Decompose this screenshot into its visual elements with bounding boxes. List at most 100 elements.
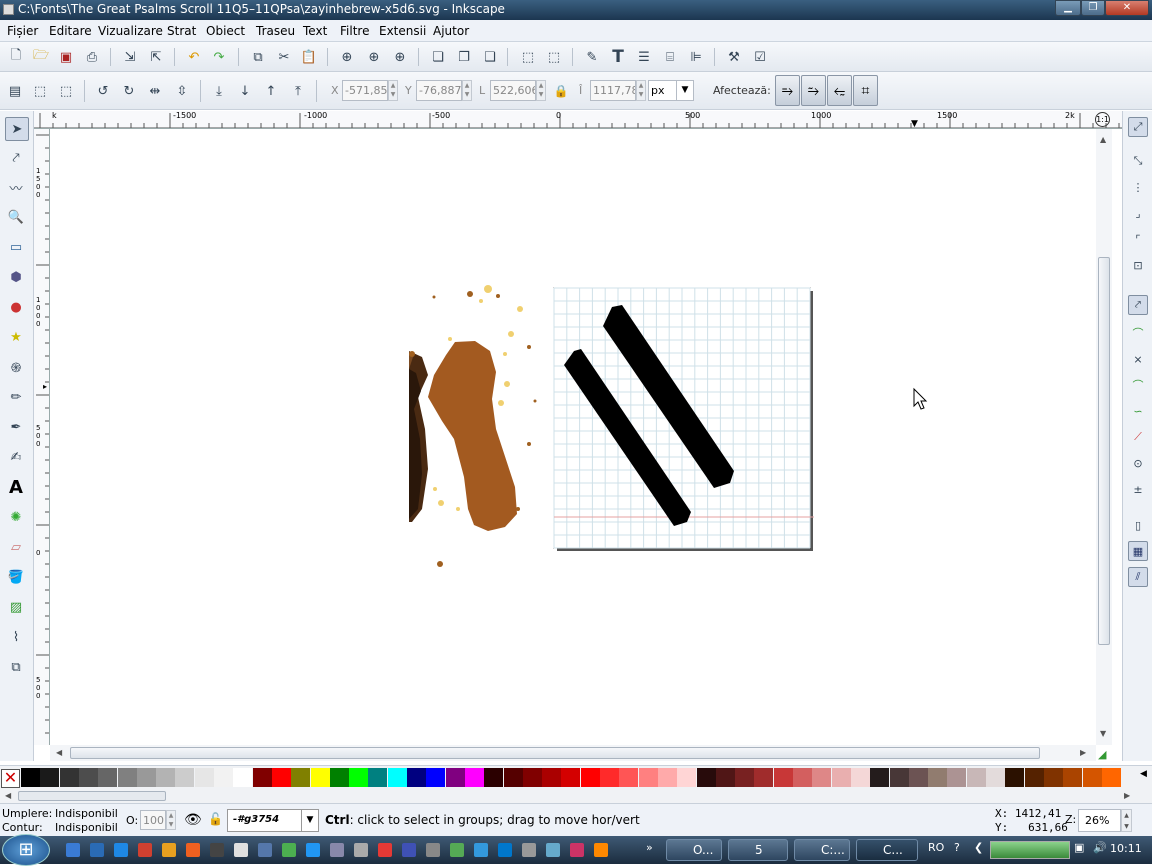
layers-icon[interactable]: ☰ — [634, 47, 654, 67]
rotate-cw-icon[interactable]: ↻ — [119, 81, 139, 101]
zoom-drawing-icon[interactable]: ⊕ — [364, 47, 384, 67]
node-tool-icon[interactable]: ⤤ — [6, 148, 26, 168]
color-swatch[interactable] — [735, 768, 755, 787]
quick-launch-icon[interactable] — [522, 843, 536, 857]
clock[interactable]: 10:11 — [1110, 842, 1142, 855]
maximize-button[interactable]: ❐ — [1081, 0, 1105, 16]
color-swatch[interactable] — [542, 768, 562, 787]
duplicate-icon[interactable]: ❏ — [428, 47, 448, 67]
quick-launch-icon[interactable] — [258, 843, 272, 857]
color-swatch[interactable] — [464, 768, 484, 787]
height-spinner[interactable]: ▲ ▼ — [636, 80, 646, 101]
color-swatch[interactable] — [696, 768, 716, 787]
zoom-field[interactable]: 26% — [1078, 809, 1121, 832]
scroll-right-icon[interactable]: ▶ — [1080, 748, 1086, 757]
quick-launch-icon[interactable] — [474, 843, 488, 857]
scale-corners-button[interactable]: ⥲ — [801, 75, 826, 106]
quick-launch-icon[interactable] — [186, 843, 200, 857]
network-icon[interactable]: ▣ — [1074, 841, 1084, 854]
move-patterns-button[interactable]: ⌗ — [853, 75, 878, 106]
color-swatch[interactable] — [98, 768, 118, 787]
color-swatch[interactable] — [349, 768, 369, 787]
help-icon[interactable]: ? — [954, 841, 960, 854]
quick-launch-icon[interactable] — [210, 843, 224, 857]
snap-bbox-edge-icon[interactable]: ⋮ — [1128, 177, 1148, 197]
scroll-left-icon[interactable]: ◀ — [56, 748, 62, 757]
quick-launch-icon[interactable] — [378, 843, 392, 857]
more-icon[interactable]: » — [646, 841, 653, 854]
no-paint-swatch[interactable]: ✕ — [1, 769, 20, 788]
color-swatch[interactable] — [850, 768, 870, 787]
color-swatch[interactable] — [21, 768, 40, 787]
color-swatch[interactable] — [793, 768, 812, 787]
taskbar-item[interactable]: C:... — [794, 839, 850, 861]
color-swatch[interactable] — [600, 768, 619, 787]
color-swatch[interactable] — [870, 768, 890, 787]
menu-path[interactable]: Traseu — [256, 24, 295, 38]
menu-file[interactable]: Fișier — [7, 24, 38, 38]
quick-launch-icon[interactable] — [282, 843, 296, 857]
flip-horizontal-icon[interactable]: ⇹ — [145, 81, 165, 101]
snap-rotation-centers-icon[interactable]: ± — [1128, 479, 1148, 499]
zoom-spinner[interactable]: ▲ ▼ — [1121, 809, 1132, 832]
pencil-tool-icon[interactable]: ✏ — [6, 387, 26, 407]
menu-layer[interactable]: Strat — [167, 24, 196, 38]
color-swatch[interactable] — [522, 768, 542, 787]
xml-editor-icon[interactable]: ⌸ — [660, 47, 680, 67]
x-field[interactable]: -571,856 — [342, 80, 388, 101]
group-icon[interactable]: ⬚ — [518, 47, 538, 67]
vertical-scrollbar[interactable]: ▲ ▼ — [1096, 129, 1112, 745]
print-icon[interactable]: ⎙ — [82, 47, 102, 67]
paint-bucket-tool-icon[interactable]: 🪣 — [6, 567, 26, 587]
zoom-1to1-icon[interactable]: 1:1 — [1095, 112, 1110, 127]
height-field[interactable]: 1117,78 — [590, 80, 636, 101]
minimize-button[interactable]: ▁ — [1055, 0, 1081, 16]
snap-object-centers-icon[interactable]: ⊙ — [1128, 453, 1148, 473]
color-swatch[interactable] — [966, 768, 986, 787]
ungroup-icon[interactable]: ⬚ — [544, 47, 564, 67]
color-swatch[interactable] — [619, 768, 639, 787]
text-font-icon[interactable]: T — [608, 47, 628, 67]
color-swatch[interactable] — [889, 768, 909, 787]
color-swatch[interactable] — [638, 768, 658, 787]
color-swatch[interactable] — [291, 768, 311, 787]
color-manage-icon[interactable]: ◢ — [1098, 748, 1106, 761]
color-swatch[interactable] — [175, 768, 195, 787]
selector-tool-icon[interactable]: ➤ — [5, 117, 29, 141]
select-all-layers-icon[interactable]: ⬚ — [30, 81, 50, 101]
color-swatch[interactable] — [947, 768, 967, 787]
color-swatch[interactable] — [1024, 768, 1044, 787]
color-swatch[interactable] — [117, 768, 137, 787]
color-swatch[interactable] — [928, 768, 948, 787]
color-swatch[interactable] — [986, 768, 1005, 787]
color-swatch[interactable] — [407, 768, 426, 787]
raise-icon[interactable]: ↑ — [261, 81, 281, 101]
deselect-icon[interactable]: ⬚ — [56, 81, 76, 101]
color-swatch[interactable] — [310, 768, 330, 787]
scale-stroke-button[interactable]: ⥱ — [775, 75, 800, 106]
taskbar-item[interactable]: O... — [666, 839, 722, 861]
lock-icon[interactable]: 🔓 — [208, 812, 223, 826]
color-swatch[interactable] — [233, 768, 253, 787]
copy-icon[interactable]: ⧉ — [248, 47, 268, 67]
menu-extensions[interactable]: Extensii — [379, 24, 426, 38]
connector-tool-icon[interactable]: ⧉ — [6, 657, 26, 677]
dropper-tool-icon[interactable]: ⌇ — [6, 627, 26, 647]
snap-paths-icon[interactable]: ⌒ — [1128, 323, 1148, 343]
chevron-left-icon[interactable]: ❮ — [974, 841, 983, 854]
color-swatch[interactable] — [561, 768, 581, 787]
spiral-tool-icon[interactable]: ֍ — [6, 357, 26, 377]
quick-launch-icon[interactable] — [498, 843, 512, 857]
quick-launch-icon[interactable] — [66, 843, 80, 857]
unlink-clone-icon[interactable]: ❑ — [480, 47, 500, 67]
color-swatch[interactable] — [754, 768, 774, 787]
color-swatch[interactable] — [368, 768, 388, 787]
opacity-field[interactable]: 100 — [140, 810, 166, 830]
color-swatch[interactable] — [1043, 768, 1063, 787]
scroll-fragment-image[interactable] — [409, 285, 537, 567]
quick-launch-icon[interactable] — [594, 843, 608, 857]
opacity-spinner[interactable]: ▲ ▼ — [166, 810, 176, 830]
color-swatch[interactable] — [136, 768, 156, 787]
clone-icon[interactable]: ❐ — [454, 47, 474, 67]
close-button[interactable]: ✕ — [1105, 0, 1149, 16]
